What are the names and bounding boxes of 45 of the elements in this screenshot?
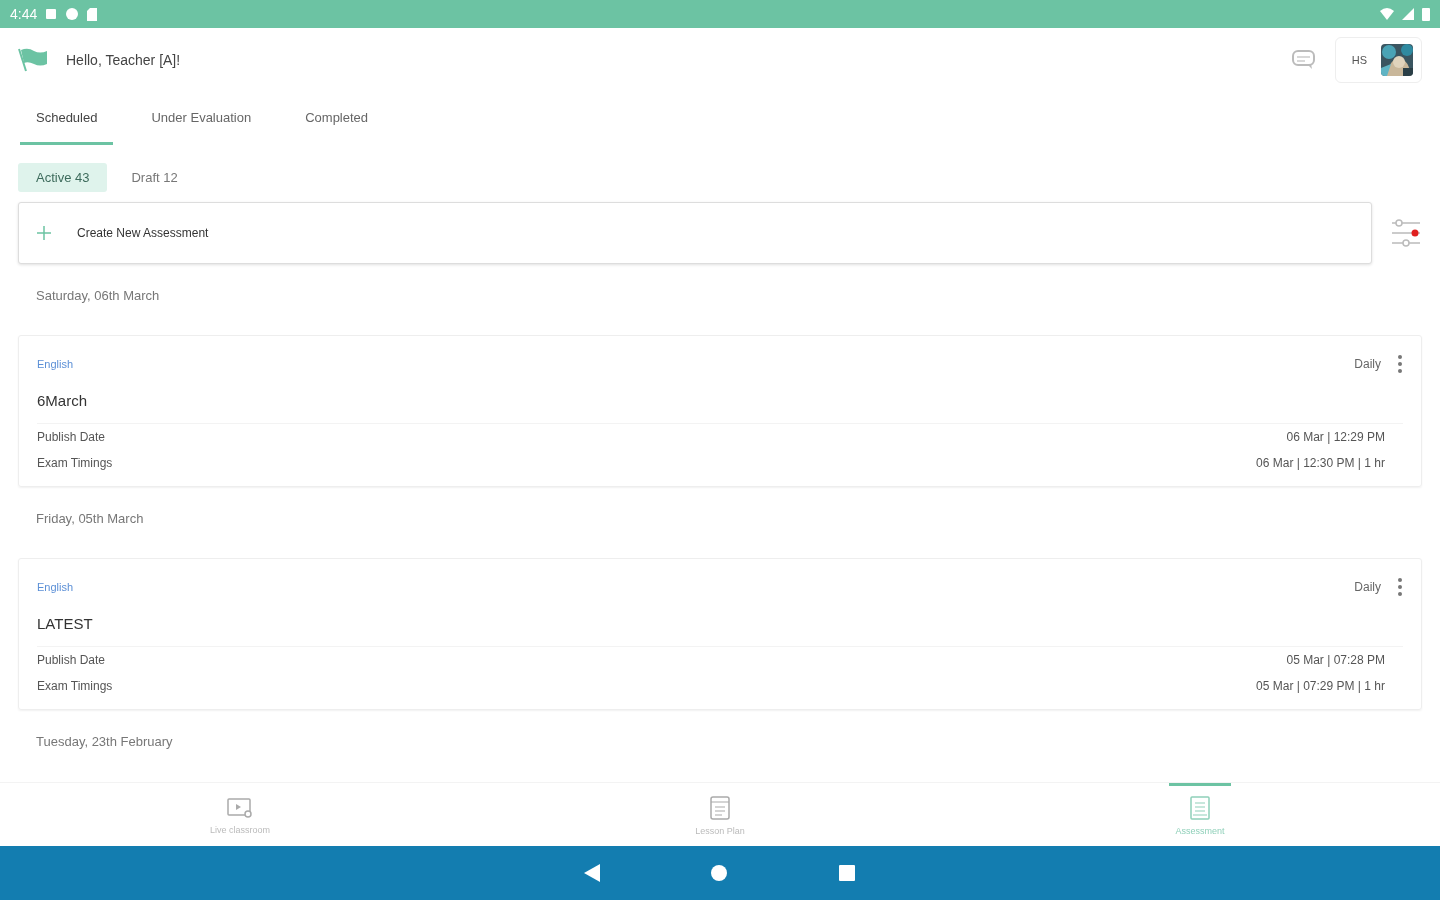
- assessment-title: LATEST: [37, 597, 1403, 647]
- frequency-label: Daily: [1354, 357, 1381, 371]
- detail-value: 05 Mar | 07:28 PM: [1286, 653, 1385, 667]
- battery-icon: [1422, 7, 1430, 21]
- notification-icon: [65, 7, 80, 21]
- sd-card-icon: [87, 7, 98, 21]
- assessment-card[interactable]: English Daily 6March Publish Date 06 Mar | 12:29 PM Exam Timings 06 Mar | 12:30 PM | 1 hr: [18, 335, 1422, 487]
- tab[interactable]: Under Evaluation: [135, 92, 268, 145]
- filter-chip[interactable]: Draft 12: [113, 163, 196, 192]
- notification-icon: [45, 8, 58, 20]
- detail-label: Exam Timings: [37, 679, 113, 693]
- document-icon: [710, 796, 730, 820]
- more-icon[interactable]: [1397, 354, 1403, 374]
- subject-label: English: [37, 581, 75, 593]
- detail-label: Publish Date: [37, 653, 106, 667]
- detail-label: Publish Date: [37, 430, 106, 444]
- detail-label: Exam Timings: [37, 456, 113, 470]
- filter-icon[interactable]: [1390, 217, 1422, 249]
- signal-icon: [1402, 8, 1414, 20]
- screen-icon: [227, 797, 253, 819]
- filter-chip[interactable]: Active 43: [18, 163, 108, 192]
- document-icon: [1190, 796, 1210, 820]
- detail-value: 06 Mar | 12:30 PM | 1 hr: [1256, 456, 1385, 470]
- recents-icon[interactable]: [838, 864, 856, 882]
- detail-value: 05 Mar | 07:29 PM | 1 hr: [1256, 679, 1385, 693]
- status-time: 4:44: [10, 6, 38, 22]
- home-icon[interactable]: [710, 864, 728, 882]
- plus-icon: [37, 226, 51, 240]
- wifi-icon: [1380, 8, 1394, 20]
- profile-button[interactable]: HS: [1334, 37, 1422, 83]
- flag-icon: [18, 47, 48, 73]
- create-assessment-button[interactable]: Create New Assessment: [18, 202, 1372, 264]
- date-heading: Tuesday, 23th February: [35, 733, 174, 751]
- subject-label: English: [37, 358, 75, 370]
- tab[interactable]: Scheduled: [20, 92, 114, 145]
- greeting-text: Hello, Teacher [A]!: [66, 52, 182, 68]
- more-icon[interactable]: [1397, 577, 1403, 597]
- date-heading: Saturday, 06th March: [35, 287, 161, 305]
- detail-value: 06 Mar | 12:29 PM: [1286, 430, 1385, 444]
- frequency-label: Daily: [1354, 580, 1381, 594]
- tab[interactable]: Completed: [289, 92, 385, 145]
- assessment-card[interactable]: English Daily LATEST Publish Date 05 Mar | 07:28 PM Exam Timings 05 Mar | 07:29 PM | 1 hr: [18, 558, 1422, 710]
- assessment-title: 6March: [37, 374, 1403, 424]
- back-icon[interactable]: [584, 864, 600, 882]
- date-heading: Friday, 05th March: [35, 510, 145, 528]
